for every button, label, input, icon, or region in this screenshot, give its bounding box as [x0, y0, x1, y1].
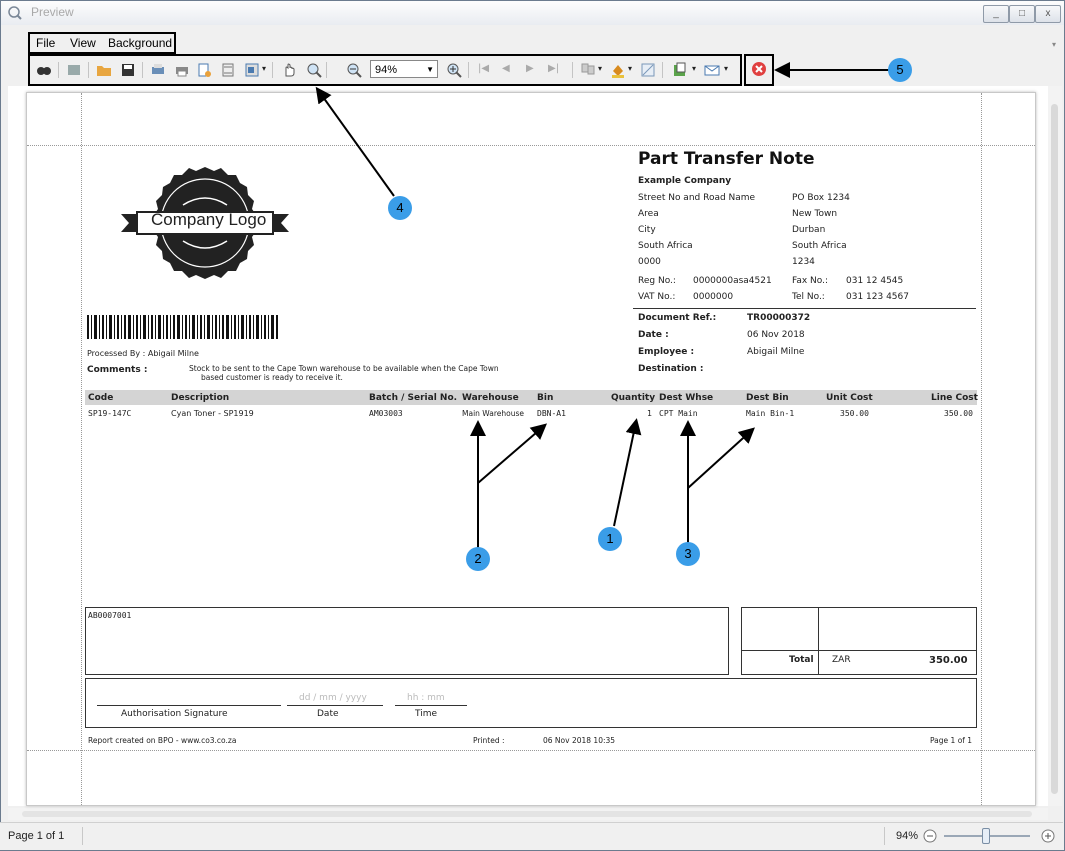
arrow-bin — [477, 423, 548, 484]
zoom-out-status-icon[interactable] — [922, 828, 938, 844]
callout-1: 1 — [598, 527, 622, 551]
arrow-toolbar — [315, 86, 395, 197]
callout-4: 4 — [388, 196, 412, 220]
status-separator — [82, 827, 83, 845]
zoom-in-status-icon[interactable] — [1040, 828, 1056, 844]
callout-3: 3 — [676, 542, 700, 566]
status-page: Page 1 of 1 — [8, 830, 65, 842]
callout-5: 5 — [888, 58, 912, 82]
zoom-slider-thumb[interactable] — [982, 828, 990, 844]
arrow-dest-bin — [687, 427, 755, 489]
status-bar: Page 1 of 1 94% — [0, 822, 1063, 850]
status-zoom: 94% — [896, 830, 919, 842]
annotation-layer — [315, 62, 892, 548]
arrow-quantity — [613, 418, 642, 527]
status-separator — [884, 827, 885, 845]
callout-2: 2 — [466, 547, 490, 571]
